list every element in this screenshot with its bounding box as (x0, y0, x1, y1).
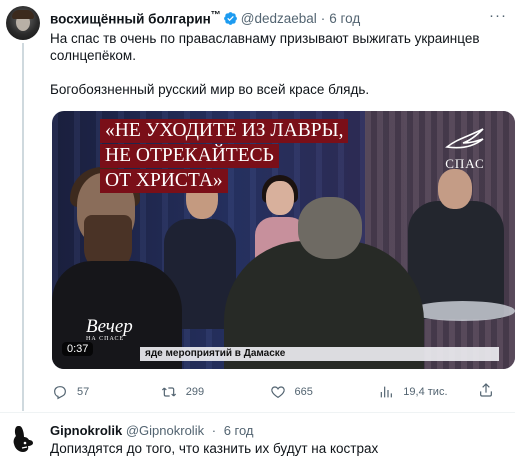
separator-dot: · (320, 10, 326, 26)
tweet-actions: 57 299 665 19,4 тис. (52, 382, 492, 402)
dove-icon (445, 128, 484, 149)
thread-line (22, 43, 24, 411)
guest-back-head (298, 197, 362, 259)
reply-author-handle[interactable]: @Gipnokrolik (126, 423, 204, 438)
reply-author-name[interactable]: Gipnokrolik (50, 423, 122, 438)
retweet-button[interactable]: 299 (161, 382, 270, 402)
tweet-header: восхищённый болгарин™ @dedzaebal · 6 год (50, 9, 360, 27)
reply-author-avatar[interactable] (6, 422, 40, 456)
news-ticker: яде мероприятий в Дамаске (140, 347, 499, 361)
like-count: 665 (294, 386, 313, 398)
quote-line: ОТ ХРИСТА» (100, 169, 228, 193)
share-icon[interactable] (478, 382, 494, 398)
author-name[interactable]: восхищённый болгарин™ (50, 10, 221, 27)
views-button[interactable]: 19,4 тис. (378, 382, 492, 402)
reply-time[interactable]: 6 год (224, 423, 254, 438)
more-options-icon[interactable]: ··· (489, 7, 507, 24)
reply-text: Допиздятся до того, что казнить их будут… (50, 441, 379, 456)
quote-line: «НЕ УХОДИТЕ ИЗ ЛАВРЫ, (100, 119, 349, 143)
reply-icon (54, 386, 66, 400)
author-handle[interactable]: @dedzaebal (241, 11, 317, 26)
reply-header: Gipnokrolik @Gipnokrolik · 6 год (50, 423, 254, 438)
studio-table (410, 301, 515, 321)
tweet[interactable]: восхищённый болгарин™ @dedzaebal · 6 год… (0, 0, 515, 412)
tweet-divider (0, 412, 515, 413)
tweet-paragraph: На спас тв очень по праваславнаму призыв… (50, 31, 480, 63)
channel-logo-text: СПАС (445, 156, 485, 171)
show-name: Вечер (86, 316, 133, 337)
tweet-time[interactable]: 6 год (329, 11, 360, 26)
verified-badge-icon (223, 11, 237, 25)
like-button[interactable]: 665 (270, 382, 379, 402)
tweet-paragraph: Богобоязненный русский мир во всей красе… (50, 82, 370, 97)
retweet-count: 299 (185, 386, 205, 398)
channel-logo: СПАС (433, 125, 497, 181)
quote-line: НЕ ОТРЕКАЙТЕСЬ (100, 144, 279, 168)
reply-button[interactable]: 57 (52, 382, 161, 402)
heart-icon (270, 386, 285, 399)
show-logo: Вечер НА СПАСЕ (86, 316, 133, 342)
retweet-icon (161, 387, 176, 397)
video-player[interactable]: «НЕ УХОДИТЕ ИЗ ЛАВРЫ, НЕ ОТРЕКАЙТЕСЬ ОТ … (52, 111, 515, 369)
tweet-text: На спас тв очень по праваславнаму призыв… (50, 30, 500, 98)
views-count: 19,4 тис. (403, 386, 448, 398)
reply-count: 57 (77, 386, 90, 398)
video-quote-caption: «НЕ УХОДИТЕ ИЗ ЛАВРЫ, НЕ ОТРЕКАЙТЕСЬ ОТ … (100, 119, 349, 194)
video-duration: 0:37 (62, 342, 94, 356)
playboy-bunny-icon (13, 426, 33, 452)
avatar-cap (12, 10, 34, 19)
author-avatar[interactable] (6, 6, 40, 40)
separator-dot: · (211, 423, 217, 438)
views-chart-icon (381, 386, 393, 398)
